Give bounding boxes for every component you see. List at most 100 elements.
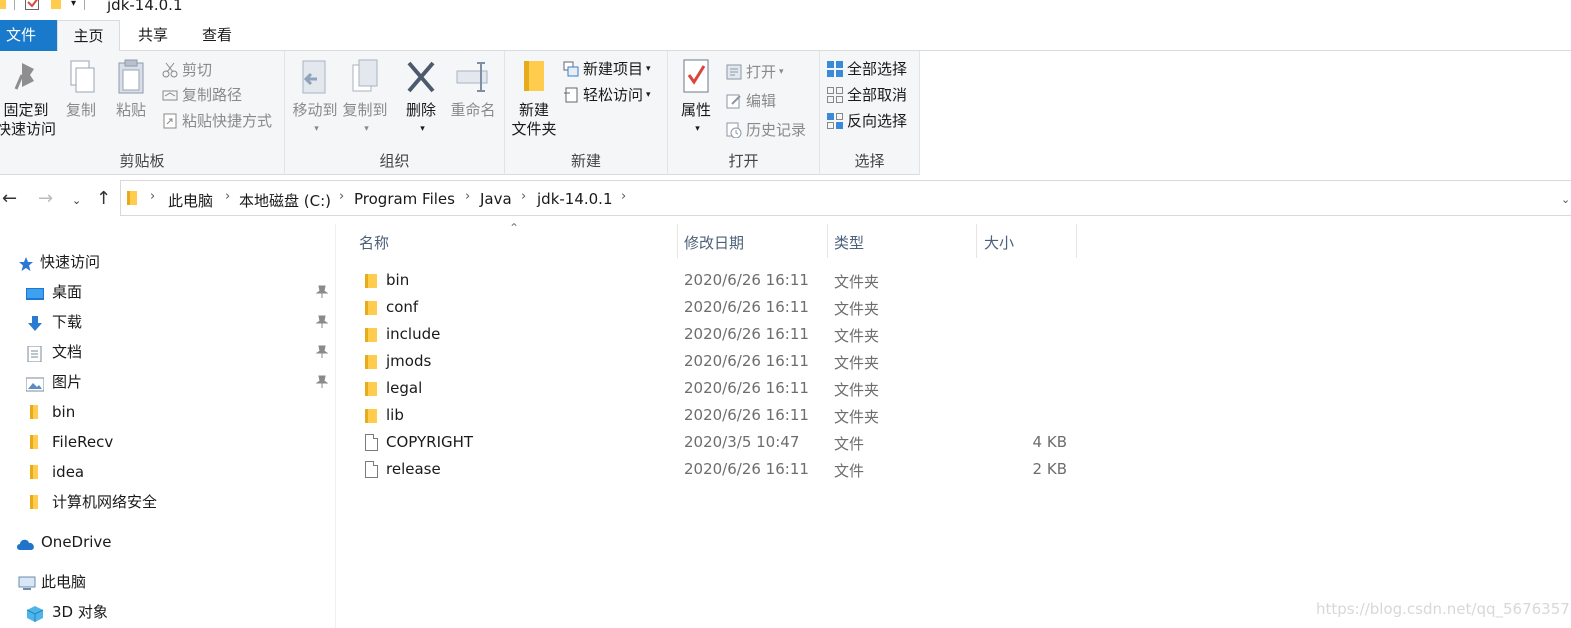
file-name: COPYRIGHT [386, 433, 474, 451]
window-title: jdk-14.0.1 [107, 0, 183, 14]
pin-icon[interactable] [315, 345, 329, 359]
file-row[interactable]: jmods 2020/6/26 16:11 文件夹 [357, 349, 1077, 376]
breadcrumb-java[interactable]: Java [480, 190, 512, 208]
breadcrumb-chevron-icon[interactable]: › [225, 189, 230, 204]
nav-folder-network-security[interactable]: 计算机网络安全 [26, 489, 157, 515]
breadcrumb-chevron-icon[interactable]: › [150, 189, 155, 204]
file-row[interactable]: bin 2020/6/26 16:11 文件夹 [357, 268, 1077, 295]
breadcrumb-chevron-icon[interactable]: › [339, 189, 344, 204]
nav-documents[interactable]: 文档 [26, 339, 82, 365]
pin-quick-access-button[interactable]: 固定到 快速访问 [0, 57, 56, 139]
folder-icon [0, 0, 6, 9]
history-label: 历史记录 [746, 121, 807, 139]
copy-path-button[interactable]: 复制路径 [162, 84, 242, 106]
nav-desktop-label: 桌面 [52, 283, 83, 301]
rename-button[interactable]: 重命名 [447, 57, 499, 120]
nav-downloads[interactable]: 下载 [26, 309, 82, 335]
breadcrumb-this-pc[interactable]: 此电脑 [168, 190, 213, 211]
file-row[interactable]: conf 2020/6/26 16:11 文件夹 [357, 295, 1077, 322]
breadcrumb-local-disk[interactable]: 本地磁盘 (C:) [239, 190, 331, 211]
pin-icon[interactable] [315, 375, 329, 389]
file-row[interactable]: legal 2020/6/26 16:11 文件夹 [357, 376, 1077, 403]
sort-ascending-icon[interactable]: ⌃ [509, 221, 519, 235]
paste-shortcut-button[interactable]: 粘贴快捷方式 [162, 110, 272, 132]
tab-share[interactable]: 共享 [126, 20, 180, 51]
select-all-button[interactable]: 全部选择 [827, 58, 907, 80]
invert-selection-icon [827, 113, 843, 129]
pin-icon[interactable] [315, 315, 329, 329]
delete-button[interactable]: 删除 ▾ [399, 57, 443, 139]
file-row[interactable]: COPYRIGHT 2020/3/5 10:47 文件 4 KB [357, 430, 1077, 457]
pin-icon[interactable] [315, 285, 329, 299]
tab-file[interactable]: 文件 [0, 20, 57, 51]
column-header-modified[interactable]: 修改日期 [684, 232, 744, 254]
nav-quick-access[interactable]: 快速访问 [18, 249, 100, 275]
file-modified: 2020/6/26 16:11 [684, 271, 809, 289]
back-arrow-icon[interactable]: ← [2, 188, 17, 209]
tab-view[interactable]: 查看 [190, 20, 244, 51]
properties-checkbox-icon[interactable] [25, 0, 39, 10]
copy-path-icon [162, 87, 178, 103]
pin-icon [8, 57, 44, 97]
nav-onedrive[interactable]: OneDrive [16, 529, 112, 555]
breadcrumb-jdk[interactable]: jdk-14.0.1 [537, 190, 613, 208]
nav-this-pc[interactable]: 此电脑 [18, 569, 86, 595]
qa-dropdown-icon[interactable]: ▾ [71, 0, 76, 9]
copy-button[interactable]: 复制 [58, 57, 104, 120]
column-divider[interactable] [976, 224, 977, 258]
document-icon [26, 344, 44, 363]
new-group-label: 新建 [570, 152, 601, 170]
invert-selection-button[interactable]: 反向选择 [827, 110, 907, 132]
edit-button[interactable]: 编辑 [726, 90, 776, 112]
file-row[interactable]: release 2020/6/26 16:11 文件 2 KB [357, 457, 1077, 484]
breadcrumb-chevron-icon[interactable]: › [521, 189, 526, 204]
select-all-icon [827, 61, 843, 77]
nav-pictures[interactable]: 图片 [25, 369, 82, 395]
copy-to-button[interactable]: 复制到 ▾ [339, 57, 391, 139]
column-header-type[interactable]: 类型 [834, 232, 864, 254]
breadcrumb-program-files[interactable]: Program Files [354, 190, 455, 208]
move-to-button[interactable]: 移动到 ▾ [289, 57, 341, 139]
move-to-icon [297, 57, 333, 97]
properties-button[interactable]: 属性 ▾ [672, 57, 720, 139]
nav-desktop[interactable]: 桌面 [26, 279, 82, 305]
forward-arrow-icon[interactable]: → [38, 188, 53, 209]
file-row[interactable]: include 2020/6/26 16:11 文件夹 [357, 322, 1077, 349]
column-divider[interactable] [1076, 224, 1077, 258]
new-folder-qa-icon[interactable] [51, 0, 61, 9]
easy-access-icon [563, 87, 579, 103]
address-bar[interactable]: › 此电脑 › 本地磁盘 (C:) › Program Files › Java… [120, 180, 1571, 216]
cut-button[interactable]: 剪切 [162, 59, 212, 81]
delete-label: 删除 [405, 101, 436, 119]
tab-home[interactable]: 主页 [57, 20, 120, 52]
new-folder-button[interactable]: 新建 文件夹 [509, 57, 559, 139]
breadcrumb-chevron-icon[interactable]: › [621, 189, 626, 204]
file-row[interactable]: lib 2020/6/26 16:11 文件夹 [357, 403, 1077, 430]
easy-access-button[interactable]: 轻松访问 ▾ [563, 84, 651, 106]
column-divider[interactable] [677, 224, 678, 258]
folder-icon [26, 434, 44, 450]
nav-3d-objects[interactable]: 3D 对象 [26, 599, 108, 625]
pin-label-1: 固定到 [3, 101, 49, 119]
column-divider[interactable] [827, 224, 828, 258]
folder-icon [365, 326, 379, 343]
open-button[interactable]: 打开 ▾ [726, 61, 784, 83]
select-none-button[interactable]: 全部取消 [827, 84, 907, 106]
select-none-label: 全部取消 [847, 86, 908, 104]
new-item-button[interactable]: 新建项目 ▾ [563, 58, 651, 80]
scissors-icon [162, 62, 178, 78]
breadcrumb-chevron-icon[interactable]: › [465, 189, 470, 204]
properties-dropdown-icon: ▾ [695, 124, 700, 134]
paste-button[interactable]: 粘贴 [108, 57, 154, 120]
nav-folder-filerecv[interactable]: FileRecv [26, 429, 113, 455]
history-button[interactable]: 历史记录 [726, 119, 806, 141]
column-header-size[interactable]: 大小 [984, 232, 1014, 254]
recent-locations-chevron-icon[interactable]: ⌄ [72, 194, 81, 207]
up-arrow-icon[interactable]: ↑ [96, 188, 111, 209]
nav-folder-bin[interactable]: bin [26, 399, 75, 425]
column-header-name[interactable]: 名称 [359, 232, 389, 254]
file-type: 文件夹 [834, 381, 880, 399]
file-size: 4 KB [1032, 433, 1067, 451]
nav-folder-idea[interactable]: idea [26, 459, 84, 485]
address-dropdown-icon[interactable]: ⌄ [1561, 193, 1570, 206]
